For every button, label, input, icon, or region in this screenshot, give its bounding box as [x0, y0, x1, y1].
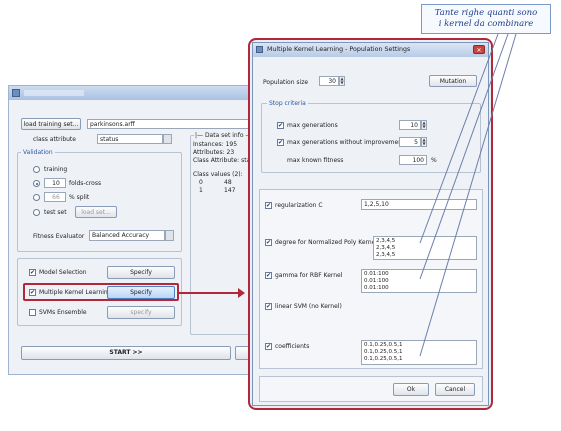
- poly-kernel-label: degree for Normalized Poly Kernel: [275, 239, 378, 246]
- chevron-down-icon: ▼: [422, 141, 426, 146]
- svms-ensemble-label: SVMs Ensemble: [39, 309, 87, 316]
- folds-field[interactable]: 10: [44, 178, 66, 188]
- mkl-label: Multiple Kernel Learning: [39, 289, 112, 296]
- dataset-line: Instances: 195: [193, 141, 238, 148]
- population-size-field[interactable]: 30: [319, 76, 339, 86]
- stop-criteria-title: Stop criteria: [267, 100, 308, 107]
- dataset-line: Class Attribute: sta: [193, 157, 251, 164]
- max-generations-noimp-label: max generations without improvement: [287, 139, 405, 146]
- max-known-fitness-field[interactable]: 100: [399, 155, 427, 165]
- dialog-app-icon: [256, 46, 263, 53]
- training-label: training: [44, 166, 68, 173]
- max-generations-checkbox[interactable]: ✔: [277, 122, 284, 129]
- fitness-dropdown-button[interactable]: [165, 230, 174, 241]
- poly-kernel-checkbox[interactable]: ✔: [265, 239, 272, 246]
- mkl-specify-button[interactable]: Specify: [107, 286, 175, 299]
- mutation-button[interactable]: Mutation: [429, 75, 477, 87]
- folds-cross-label: folds-cross: [69, 180, 102, 187]
- connector-arrowhead: [238, 288, 245, 298]
- dataset-line: Attributes: 23: [193, 149, 235, 156]
- start-button[interactable]: START >>: [21, 346, 231, 360]
- dialog-title: Multiple Kernel Learning - Population Se…: [267, 46, 411, 53]
- class-value-name: 1: [199, 187, 203, 194]
- validation-title: Validation: [21, 149, 55, 156]
- regularization-checkbox[interactable]: ✔: [265, 202, 272, 209]
- app-icon: [12, 89, 20, 97]
- dataset-info-title-text: Data set info: [204, 132, 244, 139]
- split-label: % split: [69, 194, 90, 201]
- linear-svm-label: linear SVM (no Kernel): [275, 303, 342, 310]
- rbf-kernel-textarea[interactable]: 0.01:100 0.01:100 0.01:100: [361, 269, 477, 293]
- load-training-set-button[interactable]: load training set...: [21, 118, 81, 130]
- ok-button[interactable]: Ok: [393, 383, 429, 396]
- close-icon[interactable]: ✕: [473, 45, 485, 54]
- model-selection-label: Model Selection: [39, 269, 87, 276]
- coefficients-label: coefficients: [275, 343, 310, 350]
- model-selection-specify-button[interactable]: Specify: [107, 266, 175, 279]
- population-size-label: Population size: [263, 79, 309, 86]
- test-set-radio[interactable]: [33, 209, 40, 216]
- class-values-title: Class values (2):: [193, 171, 243, 178]
- svms-ensemble-checkbox[interactable]: [29, 309, 36, 316]
- max-known-fitness-label: max known fitness: [287, 157, 344, 164]
- linear-svm-checkbox[interactable]: ✔: [265, 303, 272, 310]
- fitness-evaluator-label: Fitness Evaluator: [33, 233, 85, 240]
- split-radio[interactable]: [33, 194, 40, 201]
- training-radio[interactable]: [33, 166, 40, 173]
- annotation-line-2: i kernel da combinare: [438, 19, 534, 29]
- fitness-evaluator-select[interactable]: Balanced Accuracy: [89, 230, 165, 241]
- regularization-field[interactable]: 1,2,5,10: [361, 199, 477, 210]
- main-window: load training set... parkinsons.arff cla…: [8, 85, 276, 375]
- main-title-placeholder: [24, 90, 84, 96]
- split-field[interactable]: 66: [44, 192, 66, 202]
- load-set-button[interactable]: load set...: [75, 206, 117, 218]
- dataset-info-title: |— Data set info —: [194, 132, 253, 139]
- model-selection-checkbox[interactable]: ✔: [29, 269, 36, 276]
- coefficients-textarea[interactable]: 0.1,0.25,0.5,1 0.1,0.25,0.5,1 0.1,0.25,0…: [361, 340, 477, 365]
- dialog-titlebar: Multiple Kernel Learning - Population Se…: [253, 43, 488, 57]
- filename-field[interactable]: parkinsons.arff: [87, 119, 267, 129]
- regularization-label: regularization C: [275, 202, 323, 209]
- population-spinner[interactable]: ▲ ▼: [339, 76, 345, 86]
- class-attribute-dropdown-button[interactable]: [163, 134, 172, 144]
- main-titlebar: [9, 86, 275, 100]
- class-value-name: 0: [199, 179, 203, 186]
- folds-cross-radio[interactable]: [33, 180, 40, 187]
- chevron-down-icon: ▼: [340, 80, 344, 85]
- chevron-down-icon: ▼: [422, 124, 426, 129]
- annotation-line-1: Tante righe quanti sono: [434, 8, 538, 18]
- rbf-kernel-checkbox[interactable]: ✔: [265, 272, 272, 279]
- rbf-kernel-label: gamma for RBF Kernel: [275, 272, 343, 279]
- mkl-dialog: Multiple Kernel Learning - Population Se…: [252, 42, 489, 406]
- poly-kernel-textarea[interactable]: 2,3,4,5 2,3,4,5 2,3,4,5: [373, 236, 477, 260]
- max-generations-label: max generations: [287, 122, 338, 129]
- test-set-label: test set: [44, 209, 67, 216]
- max-generations-noimp-field[interactable]: 5: [399, 137, 421, 147]
- max-generations-field[interactable]: 10: [399, 120, 421, 130]
- percent-unit: %: [431, 157, 437, 164]
- cancel-button[interactable]: Cancel: [435, 383, 475, 396]
- connector-arrow-line: [178, 292, 240, 294]
- class-attribute-label: class attribute: [33, 136, 76, 143]
- max-generations-spinner[interactable]: ▲ ▼: [421, 120, 427, 130]
- coefficients-checkbox[interactable]: ✔: [265, 343, 272, 350]
- svms-specify-button[interactable]: specify: [107, 306, 175, 319]
- mkl-checkbox[interactable]: ✔: [29, 289, 36, 296]
- class-value-count: 147: [224, 187, 236, 194]
- class-attribute-select[interactable]: status: [97, 134, 163, 144]
- max-generations-noimp-checkbox[interactable]: ✔: [277, 139, 284, 146]
- max-generations-noimp-spinner[interactable]: ▲ ▼: [421, 137, 427, 147]
- class-value-count: 48: [224, 179, 232, 186]
